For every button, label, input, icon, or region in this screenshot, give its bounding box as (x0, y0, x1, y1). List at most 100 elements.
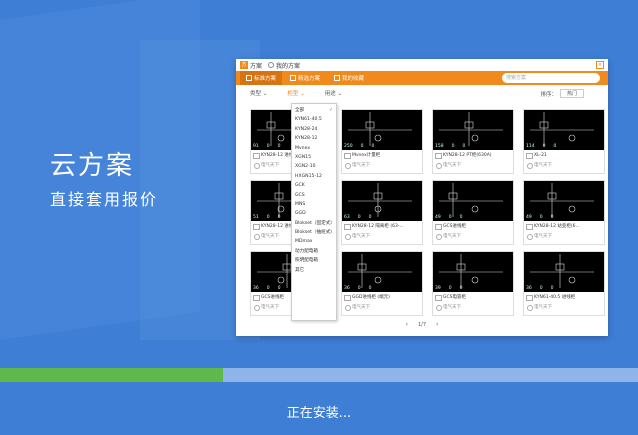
sort-label: 排序： (540, 91, 557, 98)
scheme-thumbnail: 49 0 0 (524, 181, 604, 221)
search-input[interactable]: 搜索方案 (502, 73, 600, 83)
dropdown-item[interactable]: MNS (292, 200, 336, 209)
view-count: 250 (344, 144, 353, 149)
sort-control: 排序： 热门 (540, 89, 584, 98)
scheme-card[interactable]: 158 0 0 KYN28-12 PT柜(630A) 电气天下 (432, 109, 514, 174)
sort-select[interactable]: 热门 (559, 89, 584, 98)
card-title: KYN61-40.5 进线柜 (524, 292, 604, 304)
view-count: 114 (526, 144, 535, 149)
hero-title: 云方案 (50, 151, 135, 181)
nav-bar: 标准方案 精选方案 我的收藏 搜索方案 (236, 71, 608, 85)
install-status: 正在安装... (286, 406, 352, 421)
like-count: 0 (357, 286, 361, 291)
star-icon (290, 75, 297, 81)
like-count: 0 (266, 286, 270, 291)
logo-icon: 方案 (240, 61, 248, 76)
like-count: 0 (539, 286, 543, 291)
comment-count: 0 (459, 286, 463, 291)
dropdown-item[interactable]: KYN28-24 (292, 125, 336, 134)
comment-count: 0 (371, 144, 375, 149)
app-preview-window: 方案 方案 我的方案 × 标准方案 精选方案 我的收藏 搜索方案 类型 ⌄ 柜型… (236, 59, 608, 336)
tab-scheme[interactable]: 方案 方案 (240, 61, 262, 76)
card-author: 电气天下 (342, 233, 422, 240)
user-icon (268, 62, 275, 68)
dropdown-item[interactable]: HXGN15-12 (292, 172, 336, 181)
card-title: KYN28-12 PT柜(630A) (433, 150, 513, 162)
next-page-button[interactable]: › (436, 321, 438, 328)
dropdown-item[interactable]: XGN2-10 (292, 162, 336, 171)
filter-usage[interactable]: 用途 ⌄ (325, 89, 342, 97)
grid-icon (246, 75, 252, 81)
dropdown-item[interactable]: GCS (292, 191, 336, 200)
page-indicator: 1/7 (417, 321, 427, 328)
view-count: 91 (253, 144, 259, 149)
comment-count: 0 (550, 286, 554, 291)
comment-count: 0 (277, 144, 281, 149)
dropdown-item[interactable]: Blokset（抽屉式） (292, 228, 336, 237)
card-author: 电气天下 (433, 304, 513, 311)
dropdown-item[interactable]: GGD (292, 209, 336, 218)
tab-my-scheme[interactable]: 我的方案 (268, 61, 300, 70)
card-author: 电气天下 (342, 304, 422, 311)
scheme-card[interactable]: 49 0 0 GCS进线柜 电气天下 (432, 180, 514, 245)
comment-count: 0 (277, 215, 281, 220)
scheme-card[interactable]: 49 0 0 KYN28-12 站变柜(6... 电气天下 (523, 180, 605, 245)
view-count: 63 (344, 215, 350, 220)
view-count: 158 (435, 144, 444, 149)
card-title: Mvnex计量柜 (342, 150, 422, 162)
card-title: XL-21 (524, 150, 604, 162)
install-progress-bar (0, 368, 638, 382)
scheme-thumbnail: 36 0 0 (524, 252, 604, 292)
dropdown-item[interactable]: GCK (292, 181, 336, 190)
like-count: 0 (539, 215, 543, 220)
scheme-card[interactable]: 36 0 0 GGD进线柜 (端元) 电气天下 (341, 251, 423, 316)
filter-label: 类型 (250, 91, 262, 97)
card-stats: 158 0 0 (435, 144, 465, 149)
bookmark-icon (334, 75, 341, 81)
dropdown-item[interactable]: KYN28-12 (292, 134, 336, 143)
comment-count: 0 (368, 286, 372, 291)
scheme-thumbnail: 63 0 0 (342, 181, 422, 221)
view-count: 36 (344, 286, 350, 291)
dropdown-item[interactable]: 照明配电箱 (292, 256, 336, 265)
dropdown-item[interactable]: Blokset（固定式） (292, 219, 336, 228)
dropdown-item[interactable]: Mvnex (292, 144, 336, 153)
card-stats: 39 0 0 (435, 286, 462, 291)
card-stats: 49 0 0 (526, 215, 553, 220)
scheme-card[interactable]: 39 0 0 GCS电容柜 电气天下 (432, 251, 514, 316)
tab-featured[interactable]: 精选方案 (284, 71, 326, 85)
view-count: 49 (435, 215, 441, 220)
prev-page-button[interactable]: ‹ (406, 321, 408, 328)
filter-cabinet[interactable]: 柜型 ⌄ (287, 89, 304, 97)
card-stats: 63 0 0 (344, 215, 371, 220)
filter-type[interactable]: 类型 ⌄ (250, 89, 267, 97)
scheme-card[interactable]: 36 0 0 KYN61-40.5 进线柜 电气天下 (523, 251, 605, 316)
search-icon[interactable] (600, 73, 605, 78)
pager: ‹ 1/7 › (236, 321, 608, 328)
scheme-thumbnail: 49 0 0 (433, 181, 513, 221)
dropdown-item[interactable]: 动力配电箱 (292, 247, 336, 256)
dropdown-item[interactable]: KYN61-40.5 (292, 115, 336, 124)
card-author: 电气天下 (433, 233, 513, 240)
dropdown-item[interactable]: 其它 (292, 266, 336, 275)
view-count: 36 (253, 286, 259, 291)
tab-label: 标准方案 (254, 76, 277, 82)
tab-label: 精选方案 (298, 76, 321, 82)
scheme-thumbnail: 39 0 0 (433, 252, 513, 292)
dropdown-item[interactable]: 全部 (292, 106, 336, 116)
tab-standard[interactable]: 标准方案 (240, 71, 283, 85)
close-icon[interactable]: × (596, 61, 604, 69)
dropdown-item[interactable]: XGN15 (292, 153, 336, 162)
like-count: 0 (451, 144, 455, 149)
scheme-thumbnail: 36 0 0 (342, 252, 422, 292)
scheme-card[interactable]: 250 0 0 Mvnex计量柜 电气天下 (341, 109, 423, 174)
tab-favorites[interactable]: 我的收藏 (328, 71, 370, 85)
like-count: 0 (357, 215, 361, 220)
view-count: 49 (526, 215, 532, 220)
scheme-card[interactable]: 63 0 0 KYN28-12 隔离柜 (63-... 电气天下 (341, 180, 423, 245)
card-author: 电气天下 (524, 233, 604, 240)
card-title: GCS电容柜 (433, 292, 513, 304)
scheme-card[interactable]: 114 0 0 XL-21 电气天下 (523, 109, 605, 174)
dropdown-item[interactable]: MDmax (292, 237, 336, 246)
card-stats: 49 0 0 (435, 215, 462, 220)
